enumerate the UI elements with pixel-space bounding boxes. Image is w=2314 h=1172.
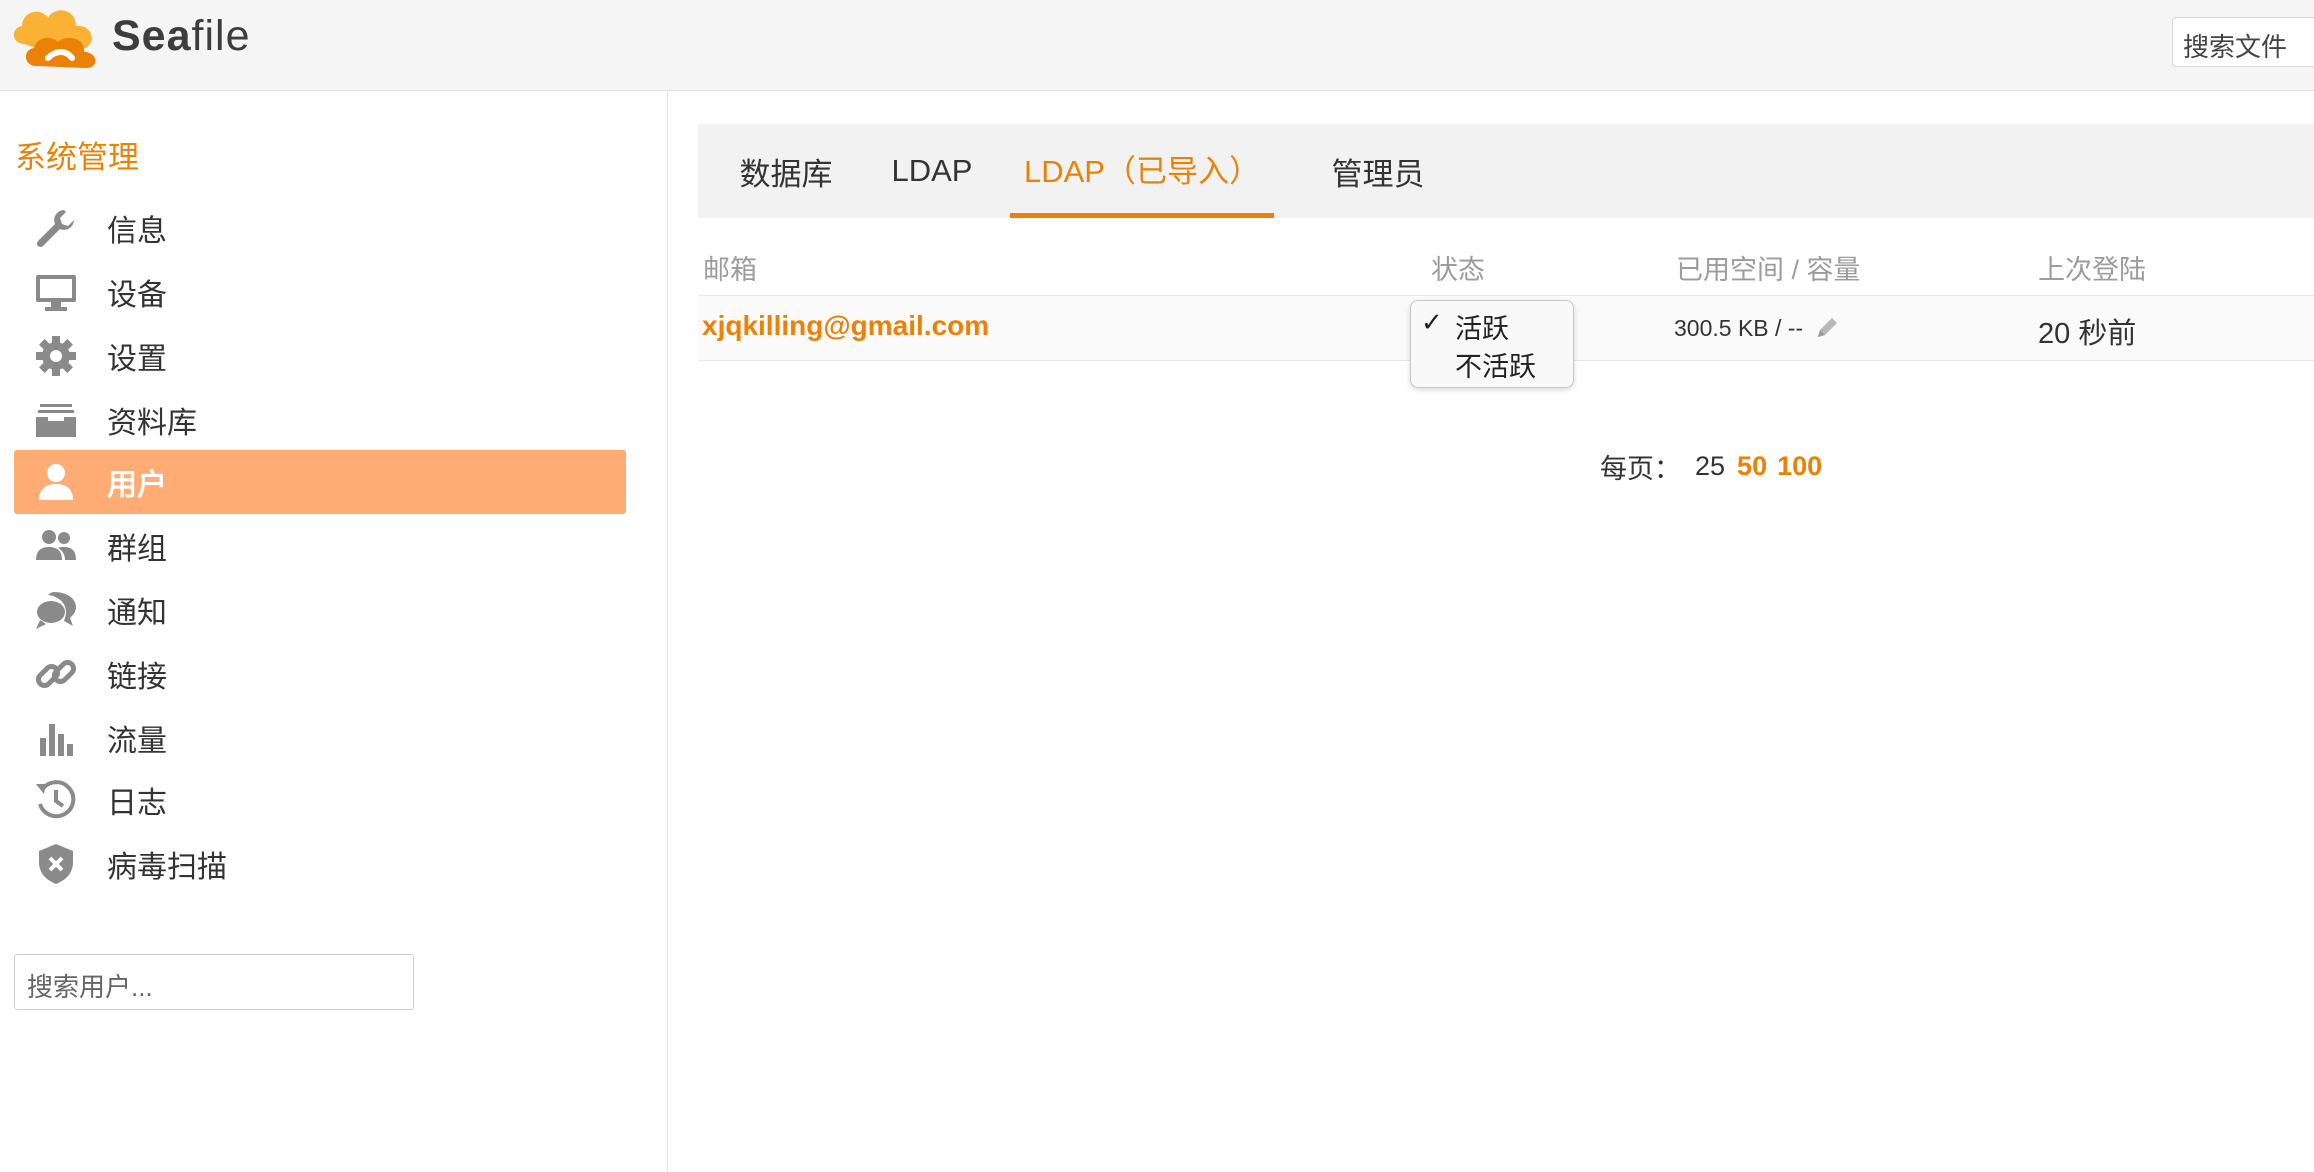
tab-database[interactable]: 数据库: [718, 124, 854, 218]
user-tabs: 数据库 LDAP LDAP（已导入） 管理员: [698, 124, 2314, 218]
search-users-input[interactable]: 搜索用户...: [14, 954, 414, 1010]
status-option-inactive[interactable]: 不活跃: [1455, 345, 1536, 384]
space-usage: 300.5 KB / --: [1674, 314, 1841, 342]
link-icon: [34, 652, 78, 696]
checkmark-icon: ✓: [1421, 307, 1443, 337]
sidebar-item-label: 设备: [107, 279, 167, 312]
sidebar-item-label: 资料库: [107, 407, 197, 440]
sidebar-item-label: 用户: [107, 469, 167, 502]
sidebar-item-label: 设置: [107, 343, 167, 376]
user-email-link[interactable]: xjqkilling@gmail.com: [702, 310, 989, 342]
sidebar-item-groups[interactable]: 群组: [14, 514, 626, 578]
per-page-50[interactable]: 50: [1737, 451, 1767, 482]
group-icon: [34, 524, 78, 568]
per-page-label: 每页：: [1600, 454, 1681, 484]
monitor-icon: [34, 270, 78, 314]
sidebar-item-libraries[interactable]: 资料库: [14, 388, 626, 452]
column-header-status: 状态: [1431, 255, 1485, 285]
chat-icon: [34, 588, 78, 632]
sidebar-item-label: 流量: [107, 725, 167, 758]
per-page-25: 25: [1695, 451, 1726, 481]
user-icon: [34, 460, 78, 504]
column-header-space: 已用空间 / 容量: [1676, 255, 1861, 285]
wrench-icon: [34, 206, 78, 250]
shield-icon: [34, 842, 78, 886]
sidebar-item-label: 信息: [107, 215, 167, 248]
per-page-selector: 每页： 25 50 100: [1600, 447, 1822, 486]
sidebar-item-settings[interactable]: 设置: [14, 324, 626, 388]
sidebar-item-traffic[interactable]: 流量: [14, 706, 626, 770]
tab-admins[interactable]: 管理员: [1304, 124, 1452, 218]
column-header-email: 邮箱: [703, 255, 757, 285]
archive-icon: [34, 398, 78, 442]
gear-icon: [34, 334, 78, 378]
pencil-icon[interactable]: [1813, 314, 1841, 342]
status-dropdown[interactable]: ✓ 活跃 不活跃: [1410, 300, 1574, 388]
sidebar: 系统管理 信息 设备 设置 资料库 用户 群组 通知 链接 流量 日志 病毒扫描…: [0, 92, 668, 1172]
status-option-active[interactable]: 活跃: [1455, 307, 1509, 346]
sidebar-item-links[interactable]: 链接: [14, 642, 626, 706]
sidebar-item-label: 群组: [107, 533, 167, 566]
sidebar-item-label: 病毒扫描: [107, 851, 227, 884]
space-usage-text: 300.5 KB / --: [1674, 314, 1804, 341]
sidebar-item-label: 通知: [107, 597, 167, 630]
logo-text: Seafile: [112, 11, 251, 60]
sidebar-item-info[interactable]: 信息: [14, 196, 626, 260]
column-header-last-login: 上次登陆: [2038, 255, 2146, 285]
sidebar-item-users[interactable]: 用户: [14, 450, 626, 514]
sidebar-item-label: 链接: [107, 661, 167, 694]
sidebar-item-devices[interactable]: 设备: [14, 260, 626, 324]
per-page-100[interactable]: 100: [1777, 451, 1822, 482]
last-login: 20 秒前: [2038, 318, 2137, 350]
sidebar-item-logs[interactable]: 日志: [14, 768, 626, 832]
tab-ldap-imported[interactable]: LDAP（已导入）: [1010, 124, 1274, 218]
sidebar-item-label: 日志: [107, 787, 167, 820]
sidebar-item-notifications[interactable]: 通知: [14, 578, 626, 642]
sidebar-item-virus-scan[interactable]: 病毒扫描: [14, 832, 626, 896]
search-files-input[interactable]: 搜索文件: [2172, 17, 2314, 67]
top-header: Seafile 搜索文件: [0, 0, 2314, 91]
bar-chart-icon: [34, 716, 78, 760]
cloud-logo-icon: [13, 10, 96, 68]
tab-ldap[interactable]: LDAP: [884, 124, 980, 218]
seafile-logo[interactable]: Seafile: [6, 0, 250, 72]
sidebar-title: 系统管理: [15, 140, 139, 175]
history-icon: [34, 778, 78, 822]
